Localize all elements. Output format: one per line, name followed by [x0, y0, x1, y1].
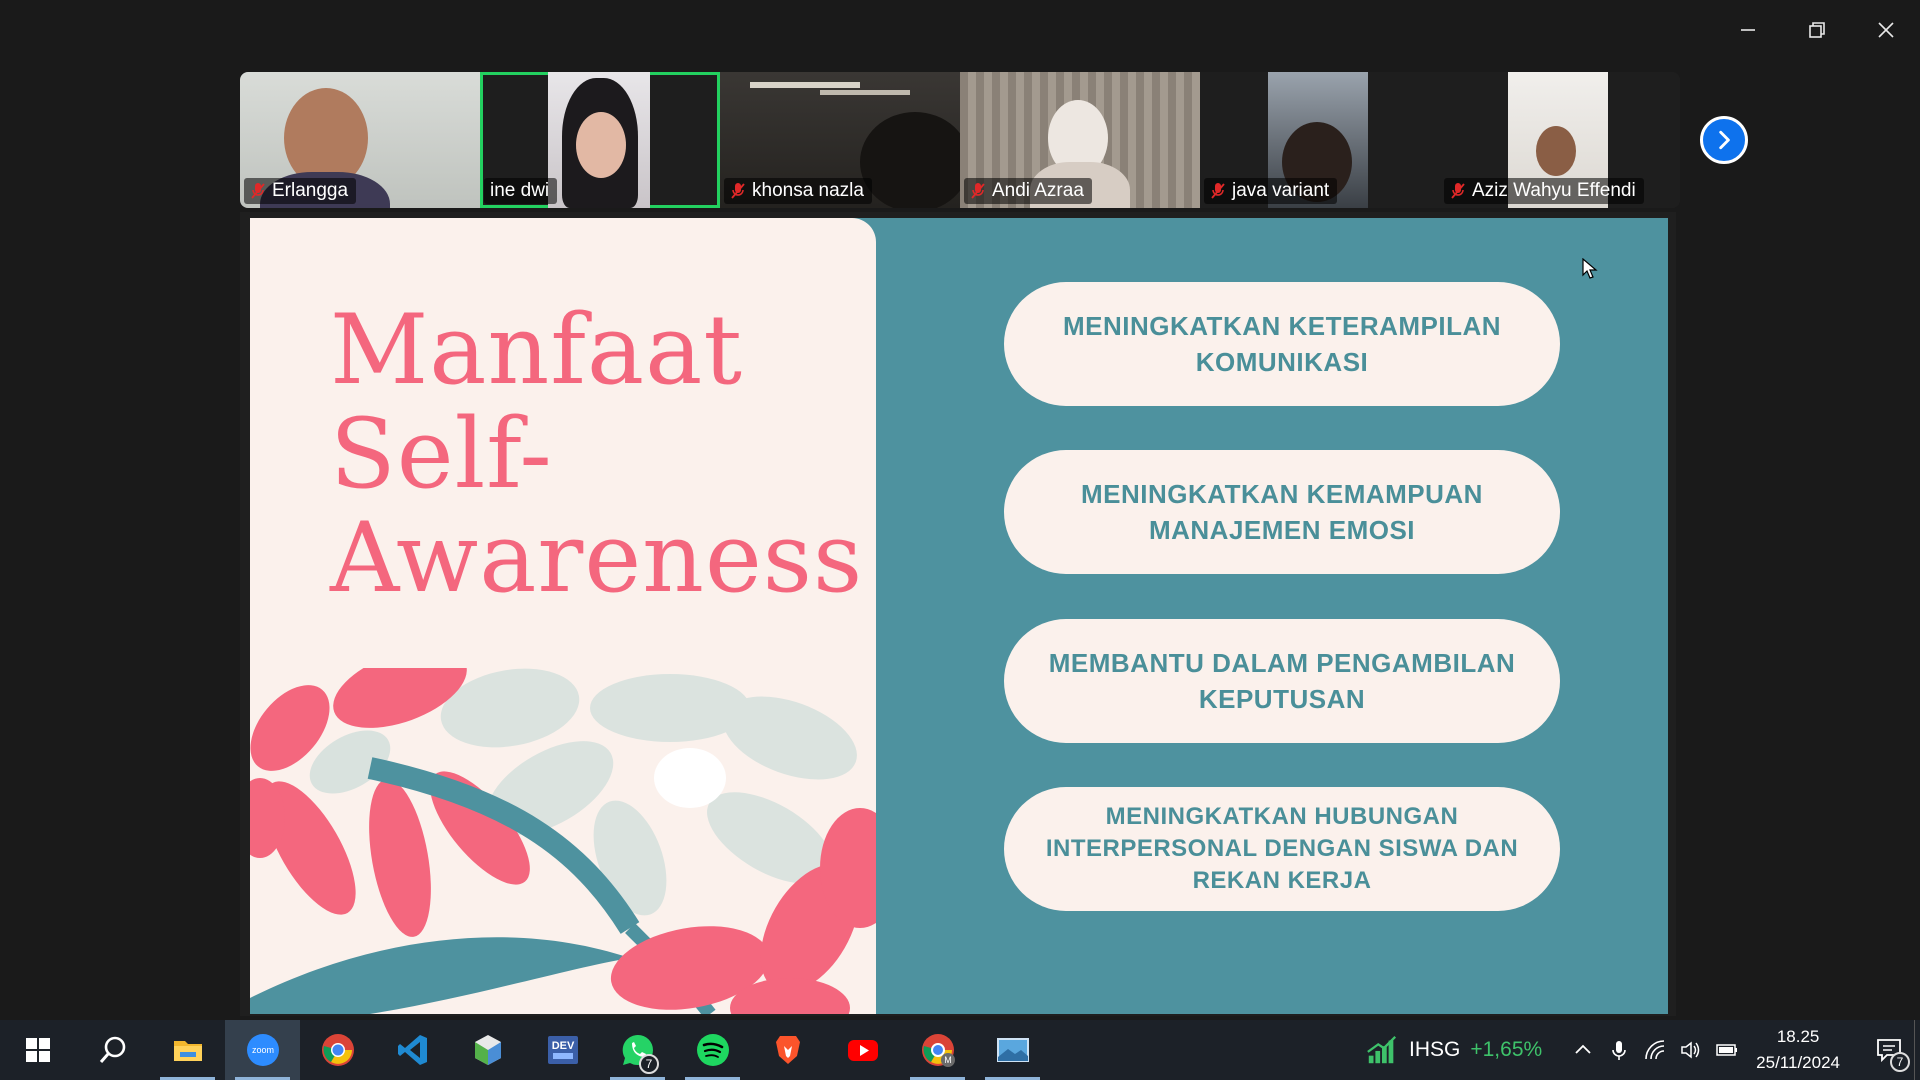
participant-name-tag: Erlangga	[244, 178, 357, 204]
youtube-icon	[847, 1040, 878, 1061]
minimize-button[interactable]	[1713, 0, 1782, 60]
chevron-right-icon	[1719, 130, 1730, 150]
notification-count-badge: 7	[1890, 1052, 1910, 1072]
taskbar-app-cube[interactable]	[450, 1020, 525, 1080]
chrome-profile-icon: M	[921, 1034, 955, 1067]
participant-name: khonsa nazla	[752, 180, 864, 201]
taskbar-whatsapp[interactable]: 7	[600, 1020, 675, 1080]
mic-muted-icon	[1451, 183, 1465, 199]
participant-name: Erlangga	[272, 180, 349, 201]
participant-tile[interactable]: java variant	[1200, 72, 1440, 208]
participant-name-tag: java variant	[1204, 178, 1338, 204]
svg-text:zoom: zoom	[251, 1045, 273, 1055]
clock-date: 25/11/2024	[1756, 1053, 1840, 1072]
slide-point: MENINGKATKAN HUBUNGAN INTERPERSONAL DENG…	[1004, 787, 1560, 911]
taskbar-vscode[interactable]	[375, 1020, 450, 1080]
mic-muted-icon	[1211, 183, 1225, 199]
stock-change: +1,65%	[1470, 1038, 1543, 1061]
participant-name-tag: Andi Azraa	[964, 178, 1092, 204]
devtoys-icon: DEV	[547, 1036, 578, 1064]
stock-widget[interactable]: IHSG +1,65%	[1365, 1033, 1542, 1067]
taskbar-brave[interactable]	[750, 1020, 825, 1080]
zoom-meeting-window: Erlangga ine dwi khonsa nazla Andi Azraa…	[0, 0, 1920, 1020]
tray-icons	[1572, 1039, 1738, 1061]
slide: Manfaat Self- Awareness MENINGKATKAN KET…	[250, 218, 1668, 1014]
taskbar: zoom DEV 7 M IHSG +1,65% 18.25 25/11/202…	[0, 1020, 1920, 1080]
mic-muted-icon	[971, 183, 985, 199]
taskbar-file-explorer[interactable]	[150, 1020, 225, 1080]
minimize-icon	[1740, 29, 1755, 31]
taskbar-chrome[interactable]	[300, 1020, 375, 1080]
taskbar-youtube[interactable]	[825, 1020, 900, 1080]
participant-name: ine dwi	[490, 180, 550, 201]
windows-start-icon	[25, 1038, 50, 1062]
close-button[interactable]	[1851, 0, 1920, 60]
participant-name: Andi Azraa	[992, 180, 1084, 201]
unread-badge: 7	[639, 1054, 659, 1074]
brave-icon	[775, 1036, 800, 1064]
app-cube-icon	[474, 1035, 501, 1065]
svg-text:M: M	[944, 1055, 952, 1065]
system-tray: IHSG +1,65% 18.25 25/11/2024 7	[1365, 1020, 1920, 1080]
mic-muted-icon	[731, 183, 745, 199]
clock[interactable]: 18.25 25/11/2024	[1756, 1024, 1840, 1076]
window-controls	[1713, 0, 1920, 60]
participant-video	[548, 72, 650, 208]
participant-tile[interactable]: Erlangga	[240, 72, 480, 208]
flower-illustration	[250, 668, 876, 1014]
close-icon	[1877, 22, 1894, 38]
taskbar-photos[interactable]	[975, 1020, 1050, 1080]
shared-screen: Manfaat Self- Awareness MENINGKATKAN KET…	[240, 212, 1676, 1016]
participant-tile[interactable]: khonsa nazla	[720, 72, 960, 208]
volume-icon[interactable]	[1680, 1039, 1702, 1061]
stock-label: IHSG	[1409, 1038, 1461, 1061]
slide-point: MEMBANTU DALAM PENGAMBILAN KEPUTUSAN	[1004, 619, 1560, 743]
notification-center-button[interactable]: 7	[1864, 1020, 1914, 1080]
slide-title-line: Awareness	[330, 502, 864, 614]
slide-point: MENINGKATKAN KETERAMPILAN KOMUNIKASI	[1004, 282, 1560, 406]
battery-icon[interactable]	[1716, 1039, 1738, 1061]
wifi-icon[interactable]	[1644, 1039, 1666, 1061]
slide-title: Manfaat Self- Awareness	[330, 294, 864, 614]
slide-point: MENINGKATKAN KEMAMPUAN MANAJEMEN EMOSI	[1004, 450, 1560, 574]
participant-tile[interactable]: Andi Azraa	[960, 72, 1200, 208]
show-desktop-button[interactable]	[1914, 1020, 1920, 1080]
search-icon	[99, 1036, 125, 1063]
participant-tile-active-speaker[interactable]: ine dwi	[480, 72, 720, 208]
stock-chart-icon	[1367, 1035, 1397, 1064]
taskbar-spotify[interactable]	[675, 1020, 750, 1080]
participant-name: java variant	[1232, 180, 1330, 201]
taskbar-chrome-profile[interactable]: M	[900, 1020, 975, 1080]
start-button[interactable]	[0, 1020, 75, 1080]
taskbar-zoom[interactable]: zoom	[225, 1020, 300, 1080]
next-participants-button[interactable]	[1700, 116, 1748, 164]
participant-name-tag: ine dwi	[484, 178, 558, 204]
spotify-icon	[696, 1034, 729, 1066]
slide-title-line: Manfaat	[330, 294, 743, 406]
restore-icon	[1808, 22, 1825, 38]
participant-strip: Erlangga ine dwi khonsa nazla Andi Azraa…	[240, 72, 1680, 208]
file-explorer-icon	[173, 1041, 202, 1061]
mouse-cursor-icon	[1582, 258, 1598, 279]
chrome-icon	[321, 1034, 354, 1066]
search-button[interactable]	[75, 1020, 150, 1080]
slide-title-panel: Manfaat Self- Awareness	[250, 218, 876, 1014]
zoom-icon: zoom	[246, 1034, 279, 1066]
slide-title-line: Self-	[330, 398, 553, 510]
vscode-icon	[397, 1035, 427, 1065]
taskbar-devtoys[interactable]: DEV	[525, 1020, 600, 1080]
restore-button[interactable]	[1782, 0, 1851, 60]
svg-text:DEV: DEV	[551, 1040, 574, 1052]
participant-name-tag: khonsa nazla	[724, 178, 872, 204]
mic-muted-icon	[251, 183, 265, 199]
microphone-icon[interactable]	[1608, 1039, 1630, 1061]
participant-name: Aziz Wahyu Effendi	[1472, 180, 1636, 201]
photos-icon	[996, 1038, 1029, 1062]
chevron-up-icon[interactable]	[1572, 1039, 1594, 1061]
clock-time: 18.25	[1776, 1027, 1820, 1046]
participant-name-tag: Aziz Wahyu Effendi	[1444, 178, 1644, 204]
participant-tile[interactable]: Aziz Wahyu Effendi	[1440, 72, 1680, 208]
